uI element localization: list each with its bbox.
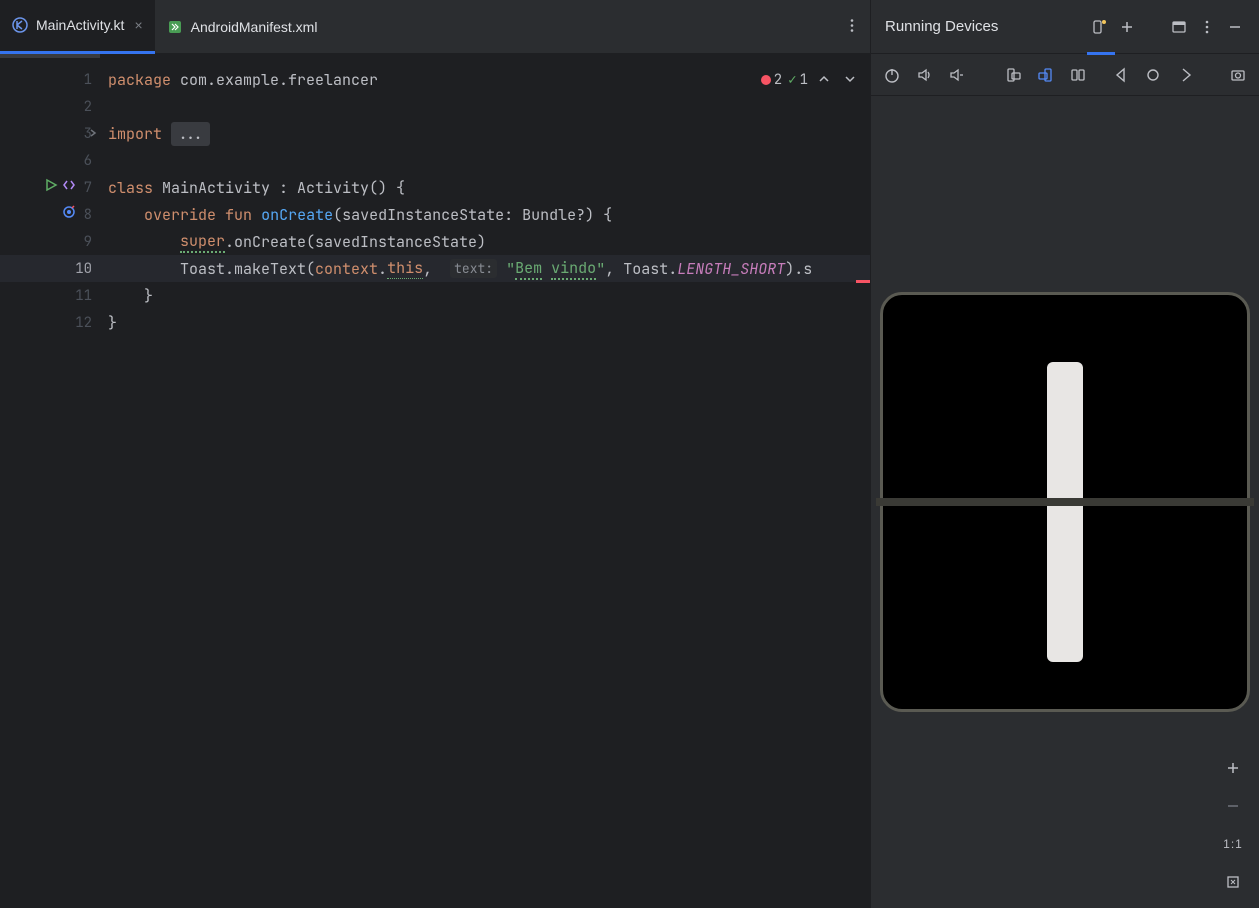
zoom-in-icon[interactable] <box>1221 756 1245 780</box>
line-number[interactable]: 3 <box>0 120 104 147</box>
device-panel-header: Running Devices <box>871 0 1259 54</box>
window-mode-icon[interactable] <box>1169 17 1189 37</box>
tab-label: AndroidManifest.xml <box>191 19 318 35</box>
warning-count[interactable]: ✓1 <box>788 71 808 89</box>
line-number[interactable]: 2 <box>0 93 104 120</box>
prev-highlight-icon[interactable] <box>814 70 834 90</box>
minimize-panel-icon[interactable] <box>1225 17 1245 37</box>
device-tab-icon[interactable] <box>1089 17 1109 37</box>
tab-manifest[interactable]: AndroidManifest.xml <box>155 0 330 54</box>
device-dialog[interactable] <box>1047 362 1083 662</box>
screenshot-icon[interactable] <box>1226 63 1249 87</box>
device-toolbar <box>871 54 1259 96</box>
line-number[interactable]: 10 <box>0 255 104 282</box>
line-number[interactable]: 7 <box>0 174 104 201</box>
line-number[interactable]: 9 <box>0 228 104 255</box>
nav-home-icon[interactable] <box>1142 63 1165 87</box>
zoom-actual-button[interactable]: 1:1 <box>1221 832 1245 856</box>
code-content[interactable]: 2 ✓1 package com.example.freelancer impo… <box>104 58 870 908</box>
device-viewport[interactable]: 1:1 <box>871 96 1259 908</box>
rotate-right-icon[interactable] <box>1034 63 1057 87</box>
tab-bar: MainActivity.kt × AndroidManifest.xml <box>0 0 870 54</box>
next-highlight-icon[interactable] <box>840 70 860 90</box>
zoom-controls: 1:1 <box>1221 756 1245 894</box>
fold-posture-icon[interactable] <box>1067 63 1090 87</box>
zoom-fit-icon[interactable] <box>1221 870 1245 894</box>
gutter: 1 2 3 6 7 8 9 <box>0 58 104 908</box>
line-number[interactable]: 11 <box>0 282 104 309</box>
manifest-file-icon <box>167 19 183 35</box>
tab-label: MainActivity.kt <box>36 17 124 33</box>
add-device-icon[interactable] <box>1117 17 1137 37</box>
code-area[interactable]: 1 2 3 6 7 8 9 <box>0 58 870 908</box>
power-icon[interactable] <box>881 63 904 87</box>
nav-back-icon[interactable] <box>1109 63 1132 87</box>
parameter-hint: text: <box>450 259 497 278</box>
fold-placeholder[interactable]: ... <box>171 122 210 146</box>
device-hinge <box>876 498 1254 506</box>
code-gutter-icon[interactable] <box>62 178 76 197</box>
running-devices-panel: Running Devices <box>870 0 1259 908</box>
error-stripe-marker[interactable] <box>856 280 870 283</box>
line-number[interactable]: 12 <box>0 309 104 336</box>
fold-chevron-icon[interactable] <box>88 125 98 143</box>
tab-overflow-icon[interactable] <box>844 17 860 36</box>
emulator-device-frame[interactable] <box>880 292 1250 712</box>
zoom-out-icon[interactable] <box>1221 794 1245 818</box>
close-icon[interactable]: × <box>134 17 142 33</box>
editor-panel: MainActivity.kt × AndroidManifest.xml 1 … <box>0 0 870 908</box>
line-number[interactable]: 6 <box>0 147 104 174</box>
inspection-status: 2 ✓1 <box>761 70 860 90</box>
line-number[interactable]: 8 <box>0 201 104 228</box>
nav-overview-icon[interactable] <box>1175 63 1198 87</box>
line-number[interactable]: 1 <box>0 66 104 93</box>
more-options-icon[interactable] <box>1197 17 1217 37</box>
override-gutter-icon[interactable] <box>62 205 76 224</box>
panel-title: Running Devices <box>885 18 998 35</box>
volume-up-icon[interactable] <box>914 63 937 87</box>
rotate-left-icon[interactable] <box>1002 63 1025 87</box>
kotlin-file-icon <box>12 17 28 33</box>
volume-down-icon[interactable] <box>946 63 969 87</box>
tab-mainactivity[interactable]: MainActivity.kt × <box>0 0 155 54</box>
run-gutter-icon[interactable] <box>44 178 58 197</box>
error-count[interactable]: 2 <box>761 71 782 89</box>
